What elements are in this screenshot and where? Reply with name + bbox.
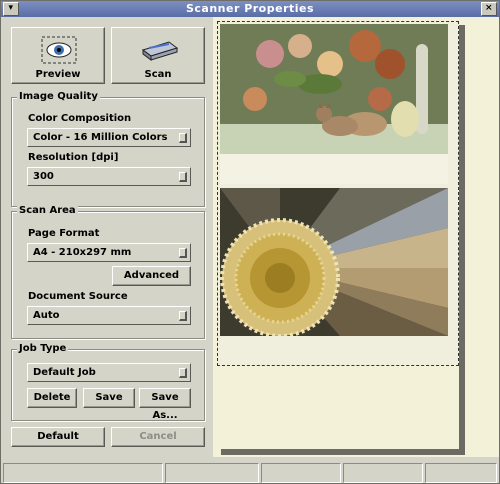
cancel-button[interactable]: Cancel: [111, 427, 205, 447]
scan-area-group: Scan Area Page Format A4 - 210x297 mm Ad…: [11, 205, 205, 339]
advanced-button[interactable]: Advanced: [112, 266, 191, 286]
document-source-select[interactable]: Auto: [27, 306, 191, 325]
color-composition-value: Color - 16 Million Colors: [33, 132, 168, 143]
chevron-down-icon: [179, 172, 187, 182]
scanner-properties-window: ▾ Scanner Properties × Preview Scan Imag…: [0, 0, 500, 484]
scan-label: Scan: [144, 69, 172, 80]
settings-panel: Preview Scan Image Quality Color Composi…: [9, 23, 207, 453]
scanner-icon: [141, 41, 179, 61]
page-format-value: A4 - 210x297 mm: [33, 247, 132, 258]
save-button[interactable]: Save: [83, 388, 135, 408]
document-source-label: Document Source: [28, 291, 128, 302]
default-button[interactable]: Default: [11, 427, 105, 447]
color-composition-select[interactable]: Color - 16 Million Colors: [27, 128, 191, 147]
status-cell: [343, 463, 423, 483]
chevron-down-icon: [179, 311, 187, 321]
preview-button[interactable]: Preview: [11, 27, 105, 84]
close-icon[interactable]: ×: [481, 2, 497, 16]
job-type-title: Job Type: [17, 343, 69, 354]
image-quality-title: Image Quality: [17, 91, 100, 102]
page-format-select[interactable]: A4 - 210x297 mm: [27, 243, 191, 262]
delete-button[interactable]: Delete: [27, 388, 77, 408]
job-type-value: Default Job: [33, 367, 96, 378]
status-cell: [3, 463, 163, 483]
resolution-select[interactable]: 300: [27, 167, 191, 186]
save-as-button[interactable]: Save As...: [139, 388, 191, 421]
chevron-down-icon: [179, 368, 187, 378]
job-type-select[interactable]: Default Job: [27, 363, 191, 382]
eye-icon: [41, 36, 77, 64]
preview-area[interactable]: [213, 17, 499, 457]
preview-image-flower-closeup: [220, 188, 448, 336]
preview-label: Preview: [35, 69, 81, 80]
resolution-value: 300: [33, 171, 54, 182]
status-cell: [261, 463, 341, 483]
status-cell: [425, 463, 497, 483]
scan-button[interactable]: Scan: [111, 27, 205, 84]
document-source-value: Auto: [33, 310, 60, 321]
preview-image-flowers-cat: [220, 24, 448, 184]
scan-area-title: Scan Area: [17, 205, 78, 216]
page-format-label: Page Format: [28, 228, 100, 239]
scan-region-selection[interactable]: [217, 21, 459, 366]
title-bar[interactable]: ▾ Scanner Properties ×: [1, 1, 499, 17]
job-type-group: Job Type Default Job Delete Save Save As…: [11, 343, 205, 421]
image-quality-group: Image Quality Color Composition Color - …: [11, 91, 205, 207]
resolution-label: Resolution [dpi]: [28, 152, 119, 163]
window-title: Scanner Properties: [185, 2, 315, 15]
color-composition-label: Color Composition: [28, 113, 132, 124]
chevron-down-icon: [179, 248, 187, 258]
status-cell: [165, 463, 259, 483]
status-bar: [1, 463, 499, 483]
chevron-down-icon: [179, 133, 187, 143]
